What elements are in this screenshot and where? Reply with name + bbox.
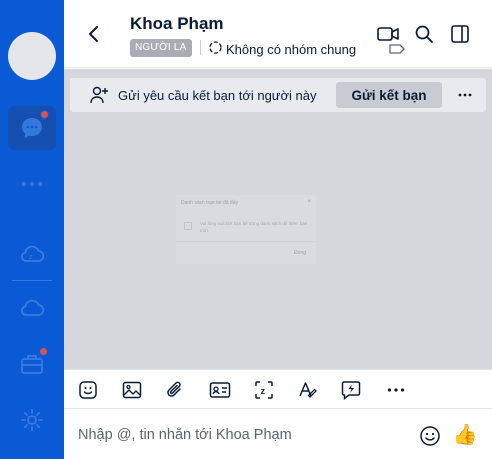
- stranger-tag: NGƯỜI LẠ: [130, 39, 192, 57]
- faded-dialog-message: Vui lòng xoá bớt bạn bè trong danh sách …: [200, 221, 308, 233]
- unread-badge: [40, 110, 49, 119]
- rail-divider: [12, 280, 52, 281]
- svg-text:z: z: [29, 254, 33, 261]
- screenshot-icon[interactable]: z: [252, 378, 276, 402]
- settings-icon[interactable]: [18, 406, 46, 434]
- quick-message-icon[interactable]: [339, 378, 363, 402]
- message-input[interactable]: [78, 423, 398, 447]
- composer-toolbar: z: [64, 369, 492, 409]
- header-separator: [200, 40, 201, 55]
- image-icon[interactable]: [120, 378, 144, 402]
- faded-dialog-divider: [176, 241, 316, 242]
- avatar[interactable]: [8, 32, 56, 80]
- more-icon[interactable]: [18, 170, 46, 198]
- faded-dialog: Danh sách bạn bè đã đầy × Vui lòng xoá b…: [176, 195, 316, 264]
- friend-request-text: Gửi yêu cầu kết bạn tới người này: [118, 87, 317, 103]
- faded-dialog-title: Danh sách bạn bè đã đầy: [181, 200, 238, 206]
- message-composer: 👍: [64, 409, 492, 459]
- contact-name[interactable]: Khoa Phạm: [130, 14, 224, 34]
- emoji-icon[interactable]: [418, 424, 442, 448]
- zcloud-icon[interactable]: z: [18, 240, 46, 268]
- back-icon[interactable]: [82, 22, 106, 46]
- common-groups[interactable]: Không có nhóm chung: [208, 40, 356, 58]
- faded-dialog-checkbox: [184, 222, 192, 230]
- cloud-icon[interactable]: [18, 294, 46, 322]
- groups-icon: [208, 40, 223, 58]
- search-icon[interactable]: [412, 22, 436, 46]
- toggle-panel-icon[interactable]: [448, 22, 472, 46]
- friend-request-bar: Gửi yêu cầu kết bạn tới người này Gửi kế…: [70, 78, 486, 112]
- common-groups-text: Không có nhóm chung: [226, 41, 357, 57]
- briefcase-badge: [39, 347, 48, 356]
- faded-dialog-close: ×: [307, 199, 311, 205]
- sticker-icon[interactable]: [76, 378, 100, 402]
- chat-message-area[interactable]: Gửi yêu cầu kết bạn tới người này Gửi kế…: [64, 69, 492, 369]
- chat-header: Khoa Phạm NGƯỜI LẠ Không có nhóm chung: [64, 0, 492, 68]
- faded-dialog-button: Đóng: [294, 250, 306, 256]
- video-call-icon[interactable]: [376, 22, 400, 46]
- more-options-icon[interactable]: [384, 378, 408, 402]
- format-text-icon[interactable]: [296, 378, 320, 402]
- like-icon[interactable]: 👍: [452, 421, 478, 447]
- more-options-icon[interactable]: [452, 82, 478, 108]
- contact-card-icon[interactable]: [208, 378, 232, 402]
- send-friend-request-button[interactable]: Gửi kết bạn: [336, 82, 442, 108]
- add-friend-icon: [88, 84, 110, 106]
- attach-icon[interactable]: [163, 378, 187, 402]
- left-navigation-rail: z: [0, 0, 64, 459]
- svg-text:z: z: [261, 386, 266, 396]
